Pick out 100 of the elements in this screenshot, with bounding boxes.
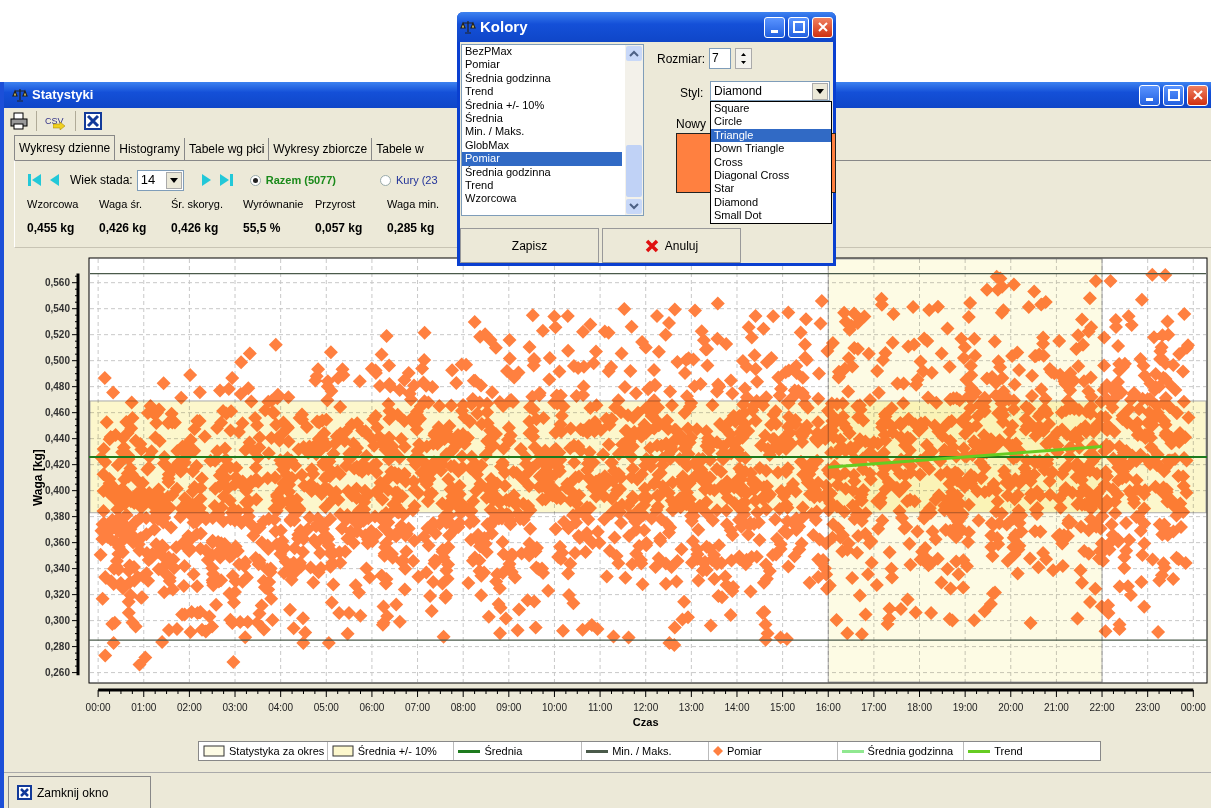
dialog-button[interactable]: Zapisz <box>460 228 599 263</box>
x-tick-label: 14:00 <box>724 702 750 713</box>
x-tick-label: 00:00 <box>85 702 111 713</box>
dropdown-option[interactable]: Small Dot <box>711 209 831 223</box>
close-button[interactable] <box>1187 84 1208 106</box>
x-tick-label: 23:00 <box>1135 702 1161 713</box>
csv-export-button[interactable]: CSV <box>45 111 67 131</box>
scrollbar[interactable] <box>625 45 643 215</box>
maximize-button[interactable] <box>788 16 809 38</box>
window-title: Statystyki <box>32 86 94 105</box>
x-tick-label: 19:00 <box>952 702 978 713</box>
maximize-button[interactable] <box>1163 84 1184 106</box>
x-tick-label: 04:00 <box>268 702 294 713</box>
stat-value: 0,057 kg <box>315 220 363 235</box>
dropdown-option[interactable]: Circle <box>711 115 831 129</box>
list-item[interactable]: Średnia godzinna <box>462 71 622 86</box>
spin-buttons[interactable] <box>735 48 752 69</box>
close-icon <box>17 785 32 800</box>
tab[interactable]: Tabele w <box>372 138 428 160</box>
radio-button[interactable]: Kury (23 <box>380 171 438 189</box>
list-item[interactable]: Wzorcowa <box>462 192 622 206</box>
minimize-icon <box>771 29 778 33</box>
scales-icon <box>460 19 476 35</box>
minimize-icon <box>1146 97 1153 101</box>
dropdown-option[interactable]: Star <box>711 182 831 196</box>
x-tick-label: 07:00 <box>405 702 431 713</box>
list-item[interactable]: Min. / Maks. <box>462 125 622 139</box>
x-tick-label: 22:00 <box>1089 702 1115 713</box>
scales-icon <box>12 87 28 103</box>
close-window-button[interactable]: Zamknij okno <box>8 776 151 808</box>
maximize-icon <box>792 21 805 33</box>
tab[interactable]: Wykresy zbiorcze <box>269 138 373 160</box>
close-button[interactable] <box>812 16 833 38</box>
dropdown-option[interactable]: Cross <box>711 155 831 170</box>
size-input[interactable]: 7 <box>709 48 731 69</box>
dialog-title: Kolory <box>480 16 528 37</box>
arrow-icon <box>53 122 65 130</box>
x-tick-label: 09:00 <box>496 702 522 713</box>
dropdown-option[interactable]: Down Triangle <box>711 142 831 156</box>
legend-label: Średnia +/- 10% <box>357 743 437 759</box>
radio-button[interactable]: Razem (5077) <box>249 171 337 189</box>
minimize-button[interactable] <box>764 16 785 38</box>
dropdown-option[interactable]: Square <box>711 102 831 116</box>
x-tick-label: 05:00 <box>313 702 339 713</box>
y-tick-label: 0,500 <box>44 355 70 367</box>
list-item[interactable]: Średnia +/- 10% <box>462 98 622 113</box>
close-icon <box>816 21 829 33</box>
x-tick-label: 00:00 <box>1180 702 1206 713</box>
y-tick-label: 0,540 <box>44 303 70 315</box>
y-tick-label: 0,300 <box>44 615 70 627</box>
list-item[interactable]: Średnia <box>462 112 622 126</box>
stat-value: 0,426 kg <box>171 220 219 235</box>
printer-icon[interactable] <box>10 112 28 130</box>
list-item[interactable]: Trend <box>462 179 622 193</box>
cancel-icon <box>644 238 659 253</box>
preview-label: Nowy <box>676 116 706 133</box>
x-tick-label: 02:00 <box>176 702 202 713</box>
list-item[interactable]: Pomiar <box>462 58 622 72</box>
dialog-button[interactable]: Anuluj <box>602 228 741 263</box>
stat-value: 0,285 kg <box>387 220 435 235</box>
x-tick-label: 12:00 <box>633 702 659 713</box>
age-label: Wiek stada: <box>70 172 133 189</box>
list-item[interactable]: BezPMax <box>462 45 622 59</box>
x-tick-label: 21:00 <box>1043 702 1069 713</box>
y-tick-label: 0,520 <box>44 329 70 341</box>
style-select[interactable]: Diamond <box>710 81 830 101</box>
tab[interactable]: Tabele wg płci <box>184 138 270 160</box>
size-label: Rozmiar: <box>657 51 705 68</box>
stat-label: Śr. skoryg. <box>171 198 223 210</box>
list-item[interactable]: GlobMax <box>462 138 622 153</box>
list-item[interactable]: Pomiar <box>462 152 622 166</box>
y-tick-label: 0,440 <box>44 433 70 445</box>
legend-label: Pomiar <box>726 743 762 759</box>
x-tick-label: 08:00 <box>450 702 476 713</box>
age-select[interactable]: 14 <box>136 169 184 191</box>
x-axis-title: Czas <box>632 716 659 728</box>
y-tick-label: 0,460 <box>44 407 70 419</box>
stat-label: Przyrost <box>315 198 356 210</box>
minimize-button[interactable] <box>1139 84 1160 106</box>
legend-label: Statystyka za okres <box>229 743 325 759</box>
list-item[interactable]: Średnia godzinna <box>462 165 622 180</box>
stat-label: Waga min. <box>387 198 440 210</box>
legend-label: Średnia <box>484 743 523 759</box>
tab[interactable]: Wykresy dzienne <box>14 135 116 160</box>
stat-label: Waga śr. <box>99 198 142 210</box>
dropdown-option[interactable]: Diagonal Cross <box>711 169 831 183</box>
close-icon[interactable] <box>84 112 102 130</box>
stat-value: 0,455 kg <box>27 220 75 235</box>
stat-value: 55,5 % <box>243 220 281 235</box>
x-tick-label: 10:00 <box>541 702 567 713</box>
x-tick-label: 17:00 <box>861 702 887 713</box>
tab[interactable]: Histogramy <box>115 138 185 160</box>
y-tick-label: 0,320 <box>44 589 70 601</box>
y-tick-label: 0,360 <box>44 537 70 549</box>
list-item[interactable]: Trend <box>462 85 622 99</box>
dropdown-option[interactable]: Diamond <box>711 195 831 210</box>
x-tick-label: 20:00 <box>998 702 1024 713</box>
x-tick-label: 11:00 <box>587 702 613 713</box>
x-tick-label: 01:00 <box>131 702 157 713</box>
dropdown-option[interactable]: Triangle <box>711 128 831 143</box>
